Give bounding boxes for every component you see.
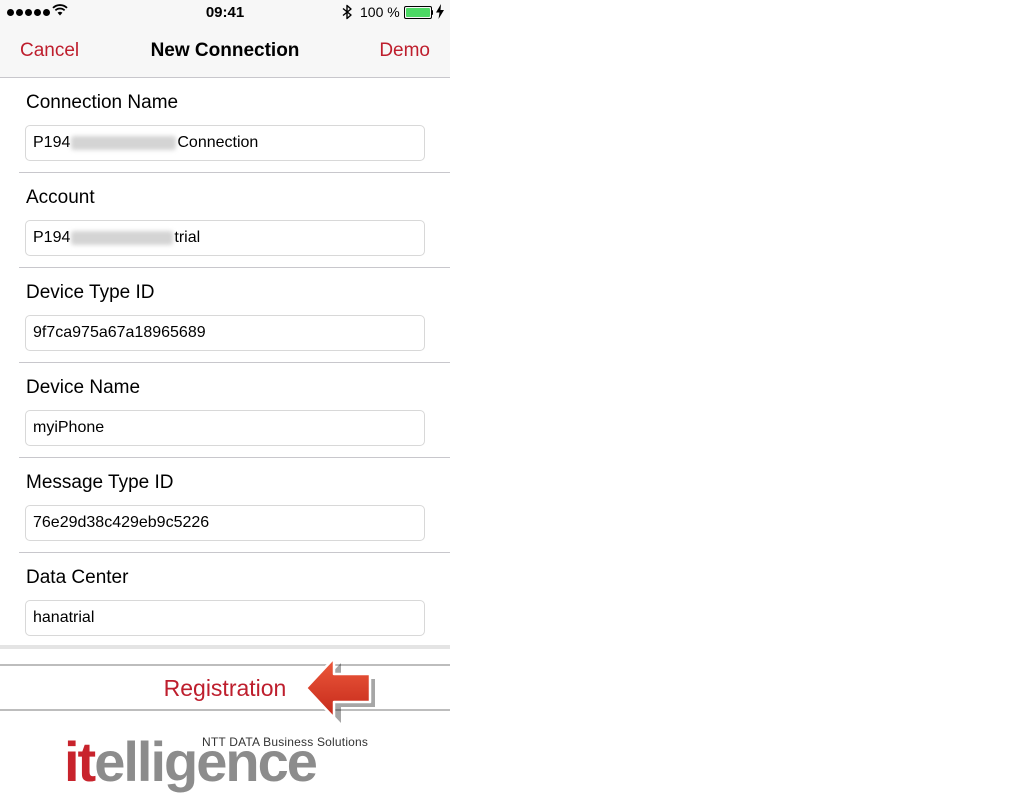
input-value-suffix: Connection bbox=[177, 134, 259, 151]
logo-wordmark: itelligence bbox=[64, 730, 318, 793]
field-connection-name: Connection Name P194 Connection bbox=[0, 78, 450, 173]
redacted-text bbox=[71, 136, 177, 150]
field-label: Device Type ID bbox=[26, 282, 155, 303]
redacted-text bbox=[71, 231, 174, 245]
bluetooth-icon bbox=[342, 4, 352, 20]
demo-button[interactable]: Demo bbox=[379, 40, 430, 62]
account-input[interactable]: P194 trial bbox=[25, 220, 425, 256]
logo-accent: it bbox=[64, 730, 96, 793]
device-type-id-input[interactable]: 9f7ca975a67a18965689 bbox=[25, 315, 425, 351]
divider bbox=[0, 645, 450, 649]
field-label: Account bbox=[26, 187, 95, 208]
navigation-bar: Cancel New Connection Demo bbox=[0, 26, 450, 78]
connection-name-input[interactable]: P194 Connection bbox=[25, 125, 425, 161]
cancel-button[interactable]: Cancel bbox=[20, 40, 79, 62]
input-value-prefix: P194 bbox=[33, 229, 71, 246]
battery-percentage: 100 % bbox=[360, 4, 400, 20]
left-arrow-icon bbox=[304, 656, 375, 723]
field-label: Device Name bbox=[26, 377, 141, 398]
phone-screen: 09:41 100 % Cancel New Connection Demo C… bbox=[0, 0, 450, 800]
field-message-type-id: Message Type ID 76e29d38c429eb9c5226 bbox=[0, 458, 450, 553]
divider bbox=[0, 709, 450, 711]
input-value-suffix: trial bbox=[174, 229, 201, 246]
battery-icon bbox=[404, 6, 432, 19]
data-center-input[interactable]: hanatrial bbox=[25, 600, 425, 636]
field-device-name: Device Name myiPhone bbox=[0, 363, 450, 458]
field-data-center: Data Center hanatrial bbox=[0, 553, 450, 648]
battery-fill bbox=[406, 8, 430, 17]
field-device-type-id: Device Type ID 9f7ca975a67a18965689 bbox=[0, 268, 450, 363]
status-bar: 09:41 100 % bbox=[0, 0, 450, 26]
logo-rest: elligence bbox=[94, 730, 318, 793]
itelligence-logo: NTT DATA Business Solutions itelligence bbox=[64, 732, 409, 792]
input-value-prefix: P194 bbox=[33, 134, 71, 151]
field-account: Account P194 trial bbox=[0, 173, 450, 268]
battery-tip bbox=[431, 10, 433, 15]
field-label: Data Center bbox=[26, 567, 129, 588]
charging-bolt-icon bbox=[436, 4, 444, 19]
connection-form: Connection Name P194 Connection Account … bbox=[0, 78, 450, 648]
device-name-input[interactable]: myiPhone bbox=[25, 410, 425, 446]
registration-label: Registration bbox=[163, 675, 287, 701]
field-label: Message Type ID bbox=[26, 472, 174, 493]
field-label: Connection Name bbox=[26, 92, 179, 113]
message-type-id-input[interactable]: 76e29d38c429eb9c5226 bbox=[25, 505, 425, 541]
registration-button[interactable]: Registration bbox=[0, 666, 450, 709]
